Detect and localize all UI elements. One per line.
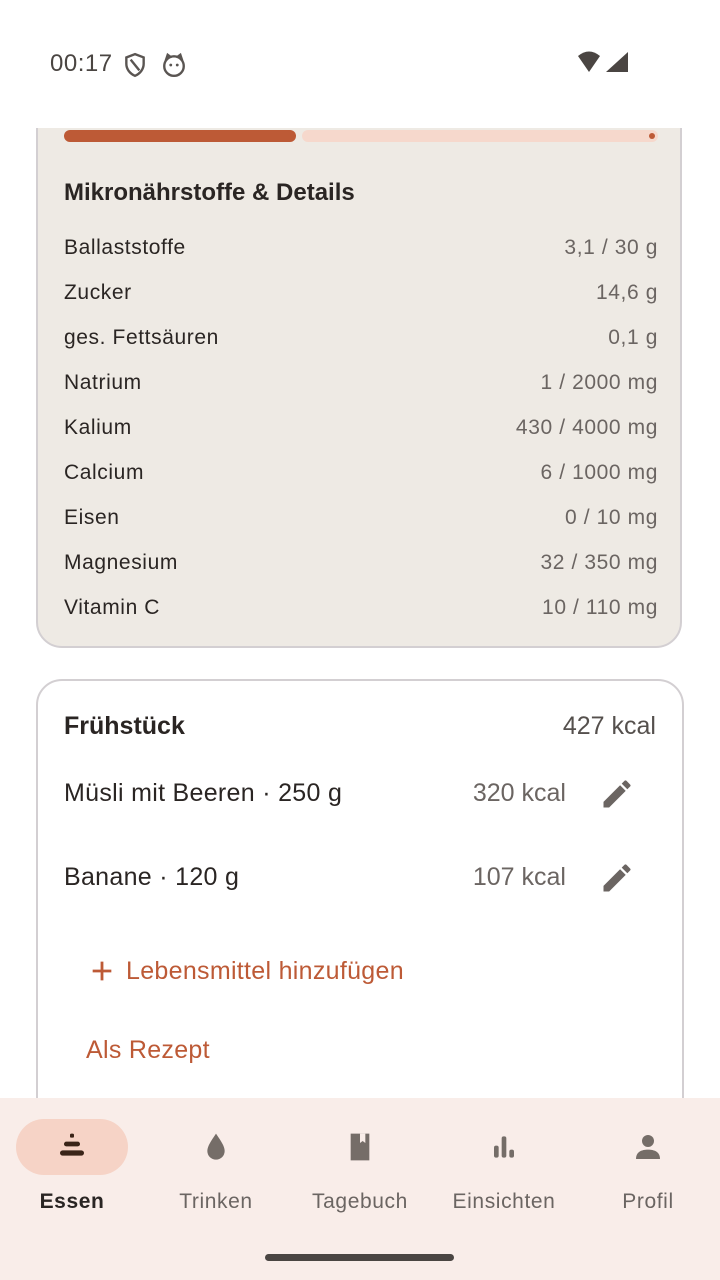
micro-label: Natrium: [64, 371, 142, 394]
pencil-icon: [603, 780, 631, 808]
micro-value: 3,1 / 30 g: [564, 236, 658, 259]
nav-item-einsichten[interactable]: Einsichten: [432, 1118, 576, 1228]
food-kcal: 320 kcal: [472, 779, 566, 807]
food-name: Banane · 120 g: [64, 863, 240, 891]
progress-remaining: [302, 130, 658, 142]
breakfast-card: Frühstück 427 kcal Müsli mit Beeren · 25…: [36, 679, 684, 1098]
micro-row: Kalium 430 / 4000 mg: [64, 416, 658, 446]
micronutrients-title: Mikronährstoffe & Details: [64, 179, 355, 206]
nav-label: Tagebuch: [312, 1190, 408, 1213]
micro-label: Kalium: [64, 416, 132, 439]
nav-item-essen[interactable]: Essen: [0, 1118, 144, 1228]
micro-value: 0,1 g: [608, 326, 658, 349]
signal-icons: [578, 51, 628, 72]
book-icon: [350, 1133, 370, 1161]
meal-title: Frühstück: [64, 712, 185, 740]
food-name: Müsli mit Beeren · 250 g: [64, 779, 343, 807]
meal-total-kcal: 427 kcal: [562, 712, 656, 740]
progress-end-dot: [649, 133, 655, 139]
progress-fill: [64, 130, 296, 142]
micro-value: 32 / 350 mg: [540, 551, 658, 574]
micro-row: Ballaststoffe 3,1 / 30 g: [64, 236, 658, 266]
food-item[interactable]: Müsli mit Beeren · 250 g 320 kcal: [64, 769, 658, 819]
nav-item-profil[interactable]: Profil: [576, 1118, 720, 1228]
add-food-button[interactable]: Lebensmittel hinzufügen: [88, 953, 404, 989]
micro-value: 14,6 g: [596, 281, 658, 304]
micro-row: Calcium 6 / 1000 mg: [64, 461, 658, 491]
micronutrients-card: Mikronährstoffe & Details Ballaststoffe …: [36, 90, 682, 648]
nav-label: Einsichten: [452, 1190, 556, 1213]
water-drop-icon: [207, 1133, 225, 1160]
micro-label: Magnesium: [64, 551, 178, 574]
wifi-icon: [578, 51, 600, 72]
bottom-navigation: Essen Trinken Tagebuch Einsichten Profil: [0, 1098, 720, 1280]
micro-row: Zucker 14,6 g: [64, 281, 658, 311]
scroll-content[interactable]: Mikronährstoffe & Details Ballaststoffe …: [0, 0, 720, 1098]
nav-label: Essen: [39, 1190, 105, 1213]
save-as-recipe-button[interactable]: Als Rezept: [86, 1036, 210, 1065]
micro-row: Eisen 0 / 10 mg: [64, 506, 658, 536]
home-indicator[interactable]: [265, 1254, 454, 1261]
nav-label: Profil: [622, 1190, 674, 1213]
micro-label: Ballaststoffe: [64, 236, 186, 259]
person-icon: [636, 1135, 660, 1159]
status-bar: 00:17: [0, 0, 720, 128]
status-time: 00:17: [50, 50, 113, 77]
add-food-label: Lebensmittel hinzufügen: [126, 956, 404, 985]
pencil-icon: [603, 864, 631, 892]
micro-row: Magnesium 32 / 350 mg: [64, 551, 658, 581]
micro-label: Eisen: [64, 506, 120, 529]
micro-label: Vitamin C: [64, 596, 161, 619]
micro-row: ges. Fettsäuren 0,1 g: [64, 326, 658, 356]
shield-icon: [125, 52, 145, 78]
nav-item-tagebuch[interactable]: Tagebuch: [288, 1118, 432, 1228]
edit-food-button[interactable]: [596, 773, 638, 815]
micro-value: 0 / 10 mg: [565, 506, 658, 529]
nav-label: Trinken: [179, 1190, 253, 1213]
plus-icon: [92, 961, 112, 981]
micro-value: 10 / 110 mg: [542, 596, 658, 619]
edit-food-button[interactable]: [596, 857, 638, 899]
bar-chart-icon: [494, 1136, 514, 1158]
cell-signal-icon: [606, 52, 628, 72]
micro-value: 6 / 1000 mg: [540, 461, 658, 484]
micro-label: ges. Fettsäuren: [64, 326, 219, 349]
micro-label: Zucker: [64, 281, 132, 304]
micro-row: Natrium 1 / 2000 mg: [64, 371, 658, 401]
micro-row: Vitamin C 10 / 110 mg: [64, 596, 658, 626]
micro-value: 430 / 4000 mg: [515, 416, 658, 439]
food-stack-icon: [60, 1133, 84, 1156]
progress-bar: [64, 130, 658, 142]
cat-face-icon: [163, 52, 185, 78]
micro-value: 1 / 2000 mg: [540, 371, 658, 394]
food-item[interactable]: Banane · 120 g 107 kcal: [64, 853, 658, 903]
nav-item-trinken[interactable]: Trinken: [144, 1118, 288, 1228]
micro-label: Calcium: [64, 461, 145, 484]
food-kcal: 107 kcal: [472, 863, 566, 891]
